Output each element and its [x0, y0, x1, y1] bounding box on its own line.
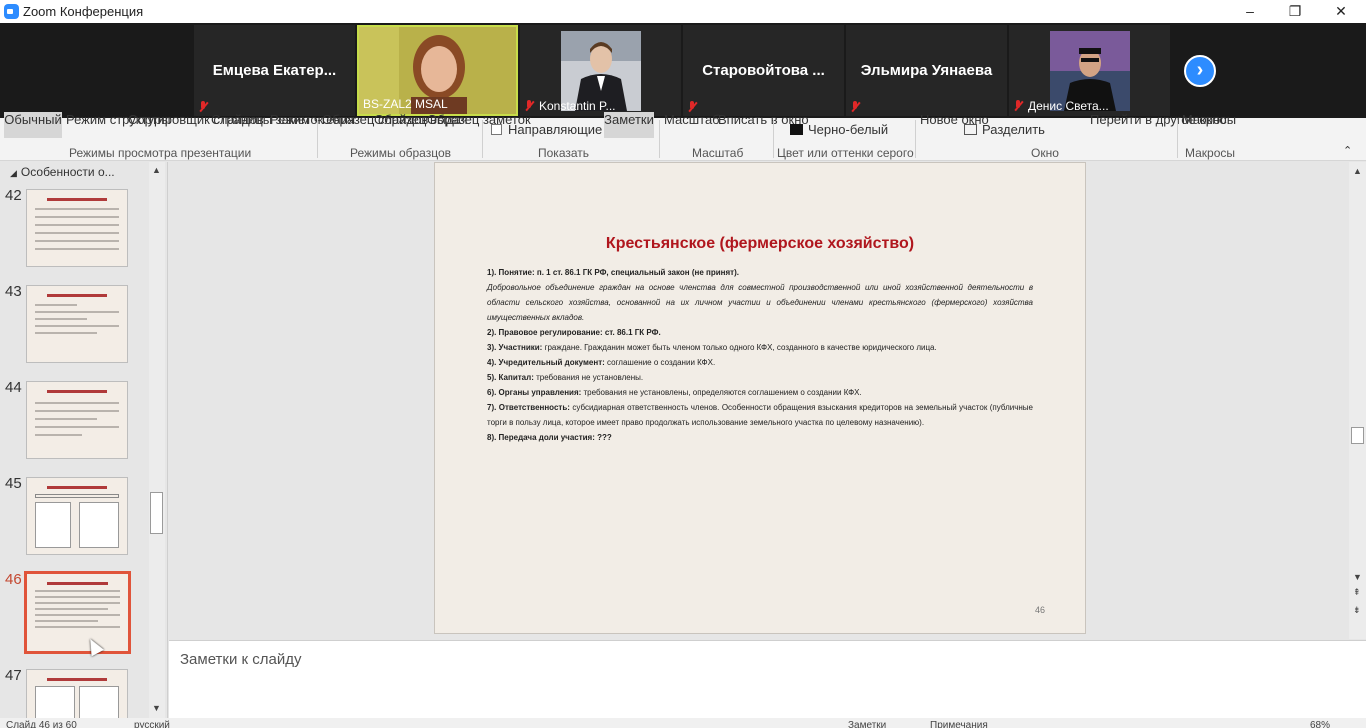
participant-tile-active[interactable]: BS-ZAL2 MSAL: [357, 25, 518, 116]
scroll-down-icon[interactable]: ▼: [1353, 572, 1362, 582]
slide-thumbnail[interactable]: [26, 477, 128, 555]
window-title: Zoom Конференция: [23, 4, 144, 19]
next-page-button[interactable]: ›: [1184, 55, 1216, 87]
notes-toggle-button[interactable]: Заметки: [604, 112, 654, 138]
notes-placeholder: Заметки к слайду: [180, 651, 302, 668]
scroll-up-icon[interactable]: ▲: [152, 165, 161, 175]
thumb-number: 42: [5, 187, 22, 204]
collapse-ribbon-icon[interactable]: ⌃: [1343, 144, 1352, 159]
title-bar: Zoom Конференция – ❐ ✕: [0, 0, 1366, 23]
slide-canvas[interactable]: Крестьянское (фермерское хозяйство) 1). …: [434, 162, 1086, 634]
participant-strip: Емцева Екатер... BS-ZAL2 MSAL Konstantin…: [0, 23, 1366, 118]
slide-editor: Крестьянское (фермерское хозяйство) 1). …: [169, 162, 1349, 639]
zoom-button[interactable]: Масштаб: [664, 112, 720, 127]
group-label-zoom: Масштаб: [692, 146, 744, 160]
group-label-masters: Режимы образцов: [350, 146, 452, 160]
participant-tile[interactable]: Денис Света...: [1009, 25, 1170, 116]
black-white-icon: [790, 124, 803, 135]
group-label-show: Показать: [538, 146, 590, 160]
slide-body[interactable]: 1). Понятие: п. 1 ст. 86.1 ГК РФ, специа…: [487, 265, 1033, 445]
slide-thumbnail-current[interactable]: [24, 571, 131, 654]
black-white-button[interactable]: Черно-белый: [790, 122, 888, 137]
zoom-app-icon: [4, 4, 19, 19]
guides-checkbox[interactable]: Направляющие: [491, 122, 602, 137]
macros-button[interactable]: Макросы: [1180, 112, 1238, 127]
slide-thumbnail[interactable]: [26, 669, 128, 718]
participant-tile[interactable]: Эльмира Уянаева: [846, 25, 1007, 116]
slide-sorter-button[interactable]: Сортировщик слайдов: [128, 112, 264, 127]
group-label-view: Режимы просмотра презентации: [69, 146, 252, 160]
prev-slide-icon[interactable]: ⇞: [1353, 587, 1361, 598]
restore-button[interactable]: ❐: [1272, 0, 1318, 23]
split-icon: [964, 124, 977, 135]
comments-status-button[interactable]: Примечания: [930, 720, 988, 728]
ribbon-view-tab: Обычный Режим структуры Сортировщик слай…: [0, 112, 1366, 161]
participant-tile[interactable]: Старовойтова ...: [683, 25, 844, 116]
section-title[interactable]: ◢ Особенности о...: [10, 165, 115, 179]
mic-muted-icon: [850, 101, 860, 113]
scrollbar-thumb[interactable]: [1351, 427, 1364, 444]
zoom-level[interactable]: 68%: [1310, 720, 1330, 728]
thumb-number-current: 46: [5, 571, 22, 588]
minimize-button[interactable]: –: [1227, 0, 1273, 23]
slide-thumbnail[interactable]: [26, 189, 128, 267]
notes-master-button[interactable]: Образец заметок: [427, 112, 531, 127]
scroll-up-icon[interactable]: ▲: [1353, 166, 1362, 176]
new-window-button[interactable]: Новое окно: [920, 112, 989, 127]
participant-name: Старовойтова ...: [702, 62, 825, 79]
notes-pane[interactable]: Заметки к слайду: [169, 640, 1366, 718]
slide-thumbnail[interactable]: [26, 285, 128, 363]
slide-title[interactable]: Крестьянское (фермерское хозяйство): [435, 235, 1085, 253]
participant-label: Konstantin P...: [539, 99, 616, 113]
group-label-color: Цвет или оттенки серого: [777, 146, 914, 160]
language-indicator[interactable]: русский: [134, 720, 170, 728]
group-label-window: Окно: [1031, 146, 1059, 160]
split-button[interactable]: Разделить: [964, 122, 1045, 137]
slide-page-number: 46: [1034, 605, 1045, 615]
slide-scrollbar[interactable]: ▲ ▼ ⇞ ⇟: [1349, 162, 1366, 639]
slide-master-button[interactable]: Образец слайдов: [322, 112, 428, 127]
notes-page-button[interactable]: Страницы заметок: [211, 112, 323, 127]
participant-tile[interactable]: Konstantin P...: [520, 25, 681, 116]
status-bar: Слайд 46 из 60 русский Заметки Примечани…: [0, 718, 1366, 728]
checkbox-icon: [491, 124, 502, 135]
normal-view-button[interactable]: Обычный: [4, 112, 62, 138]
handout-master-button[interactable]: Образец выдач: [374, 112, 468, 127]
participant-name: Емцева Екатер...: [212, 62, 337, 79]
next-slide-icon[interactable]: ⇟: [1353, 605, 1361, 616]
notes-status-button[interactable]: Заметки: [848, 720, 886, 728]
participant-label: BS-ZAL2 MSAL: [363, 97, 448, 111]
thumb-number: 44: [5, 379, 22, 396]
reading-view-button[interactable]: Режим чтения: [270, 112, 355, 127]
participant-name: Эльмира Уянаева: [860, 62, 993, 79]
thumbnails-scrollbar[interactable]: ▲ ▼: [149, 162, 165, 718]
scrollbar-thumb[interactable]: [150, 492, 163, 534]
group-label-macros: Макросы: [1185, 146, 1236, 160]
app-root: Zoom Конференция – ❐ ✕ Емцева Екатер... …: [0, 0, 1366, 728]
slide-thumbnails-pane: ◢ Особенности о... 42 43 44 45 46 47 ▲ ▼: [0, 162, 168, 718]
close-button[interactable]: ✕: [1318, 0, 1364, 23]
participant-label: Денис Света...: [1028, 99, 1109, 113]
collapse-section-icon: ◢: [10, 168, 17, 178]
thumb-number: 47: [5, 667, 22, 684]
scroll-down-icon[interactable]: ▼: [152, 703, 161, 713]
fit-to-window-button[interactable]: Вписать в окно: [718, 112, 809, 127]
switch-window-button[interactable]: Перейти в другое окно: [1090, 112, 1227, 127]
slide-thumbnail[interactable]: [26, 381, 128, 459]
thumb-number: 45: [5, 475, 22, 492]
mic-muted-icon: [1013, 100, 1023, 112]
outline-view-button[interactable]: Режим структуры: [66, 112, 171, 127]
participant-tile[interactable]: Емцева Екатер...: [194, 25, 355, 116]
thumb-number: 43: [5, 283, 22, 300]
slide-counter: Слайд 46 из 60: [6, 720, 77, 728]
mic-muted-icon: [524, 100, 534, 112]
